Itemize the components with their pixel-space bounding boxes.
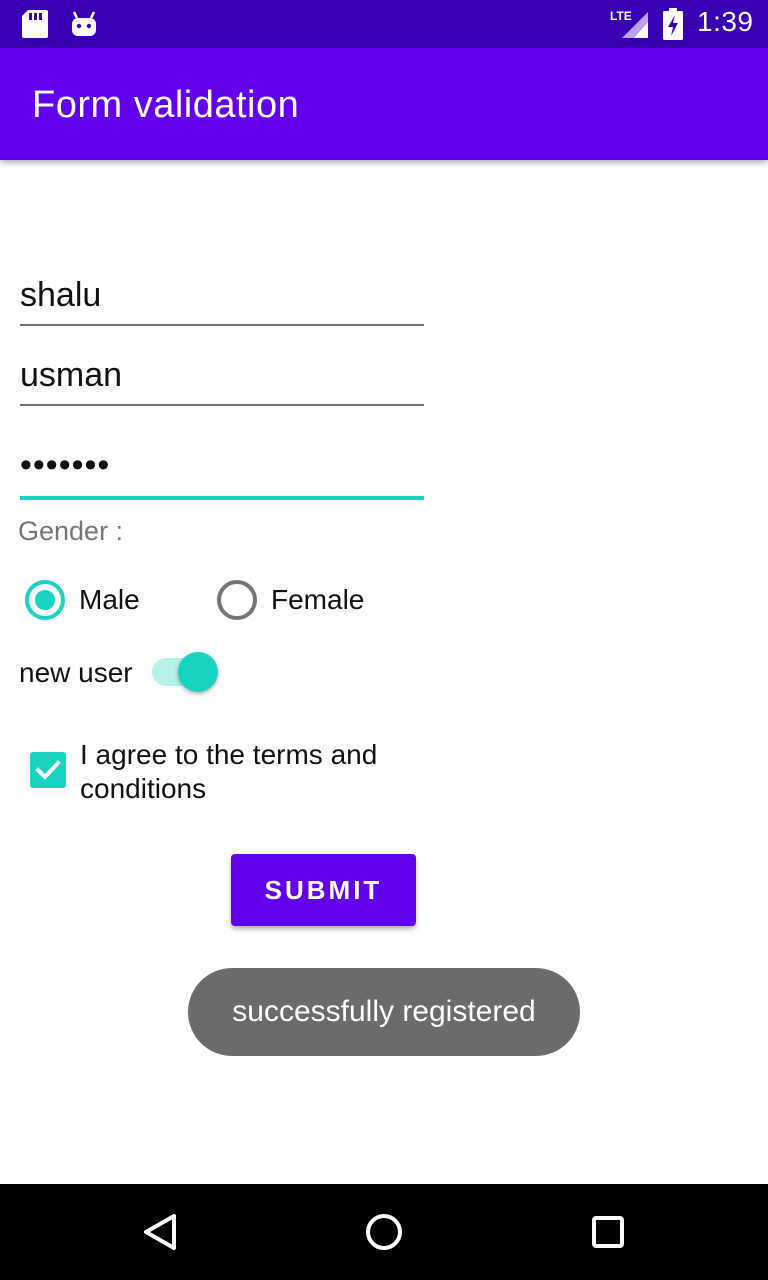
password-field[interactable]: ••••••• bbox=[20, 440, 424, 502]
new-user-label: new user bbox=[19, 657, 133, 688]
android-icon bbox=[72, 11, 96, 36]
first-name-underline bbox=[20, 324, 424, 326]
status-bar: LTE 1:39 bbox=[0, 0, 768, 48]
checkmark-icon bbox=[35, 760, 61, 780]
radio-male-label: Male bbox=[79, 584, 140, 615]
gender-label: Gender : bbox=[18, 516, 124, 546]
navigation-bar bbox=[0, 1184, 768, 1280]
switch-thumb bbox=[178, 652, 218, 692]
submit-button[interactable]: SUBMIT bbox=[231, 854, 416, 926]
toast-message: successfully registered bbox=[232, 995, 536, 1028]
toast: successfully registered bbox=[188, 968, 580, 1056]
home-icon[interactable] bbox=[360, 1208, 408, 1256]
app-title: Form validation bbox=[32, 84, 300, 126]
password-value: ••••••• bbox=[20, 446, 111, 484]
svg-text:LTE: LTE bbox=[610, 9, 632, 23]
sd-card-icon bbox=[22, 10, 48, 38]
password-underline bbox=[20, 496, 424, 500]
recents-icon[interactable] bbox=[584, 1208, 632, 1256]
radio-female-label: Female bbox=[271, 584, 365, 615]
radio-male-indicator bbox=[25, 580, 65, 620]
first-name-field[interactable]: shalu bbox=[20, 270, 424, 328]
app-bar: Form validation bbox=[0, 48, 768, 160]
clock: 1:39 bbox=[697, 6, 754, 37]
new-user-switch[interactable] bbox=[150, 650, 220, 694]
lte-signal-icon: LTE bbox=[610, 9, 648, 38]
radio-female[interactable]: Female bbox=[217, 578, 364, 622]
terms-checkbox[interactable] bbox=[30, 752, 66, 788]
first-name-value: shalu bbox=[20, 276, 102, 314]
last-name-underline bbox=[20, 404, 424, 406]
radio-male[interactable]: Male bbox=[25, 578, 140, 622]
battery-charging-icon bbox=[663, 8, 683, 40]
terms-label[interactable]: I agree to the terms and conditions bbox=[80, 738, 410, 806]
back-icon[interactable] bbox=[136, 1208, 184, 1256]
last-name-value: usman bbox=[20, 356, 123, 394]
last-name-field[interactable]: usman bbox=[20, 350, 424, 408]
radio-female-indicator bbox=[217, 580, 257, 620]
